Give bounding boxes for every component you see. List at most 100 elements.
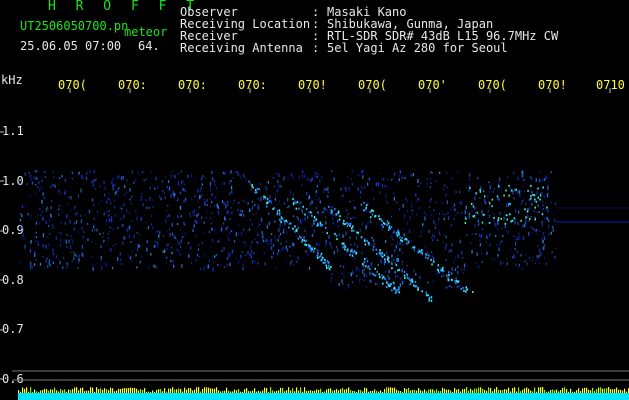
signal-dot: [257, 262, 259, 265]
signal-dot: [352, 216, 354, 219]
signal-dot: [229, 180, 231, 184]
signal-dot: [150, 223, 153, 226]
signal-dot: [543, 236, 546, 241]
signal-dot: [215, 232, 217, 234]
signal-dot: [257, 242, 260, 244]
trail-dot: [325, 264, 327, 267]
level-spike: [372, 390, 374, 393]
signal-dot: [20, 219, 22, 222]
signal-dot: [229, 218, 231, 220]
signal-dot: [109, 226, 111, 229]
signal-dot: [396, 172, 398, 174]
signal-dot: [164, 175, 167, 177]
signal-dot: [196, 254, 199, 257]
signal-dot: [416, 213, 418, 216]
trail-dot: [472, 205, 475, 208]
trail-dot: [473, 214, 476, 217]
signal-dot: [227, 257, 229, 260]
signal-dot: [179, 253, 181, 257]
signal-dot: [301, 174, 304, 178]
signal-dot: [199, 267, 201, 270]
signal-dot: [76, 212, 78, 215]
level-spike: [172, 387, 174, 393]
signal-dot: [164, 256, 166, 258]
signal-dot: [184, 232, 187, 236]
signal-dot: [536, 191, 538, 195]
signal-dot: [429, 200, 431, 203]
signal-dot: [535, 211, 537, 213]
signal-dot: [361, 221, 364, 225]
signal-dot: [222, 222, 225, 225]
level-spike: [320, 388, 322, 393]
signal-dot: [190, 246, 192, 250]
signal-dot: [210, 188, 212, 192]
level-spike: [286, 390, 288, 393]
trail-dot: [277, 210, 279, 213]
trail-dot: [410, 282, 412, 285]
signal-dot: [42, 233, 45, 238]
signal-dot: [474, 197, 476, 200]
signal-dot: [167, 204, 169, 207]
trail-dot: [304, 213, 306, 216]
signal-dot: [131, 170, 133, 174]
signal-dot: [211, 227, 213, 231]
trail-dot: [395, 291, 398, 293]
signal-dot: [388, 269, 390, 274]
signal-dot: [550, 171, 552, 174]
level-spike: [558, 391, 560, 393]
signal-dot: [133, 236, 135, 239]
signal-dot: [230, 212, 232, 214]
signal-dot: [21, 214, 23, 218]
trail-dot: [497, 219, 499, 222]
signal-dot: [51, 200, 53, 203]
signal-dot: [85, 176, 88, 181]
signal-dot: [443, 217, 445, 221]
signal-dot: [507, 202, 510, 207]
signal-dot: [306, 191, 308, 196]
signal-dot: [234, 171, 236, 173]
signal-dot: [332, 216, 334, 221]
signal-dot: [209, 205, 211, 208]
signal-dot: [367, 221, 369, 226]
signal-dot: [278, 184, 280, 188]
signal-dot: [518, 211, 520, 214]
trail-dot: [460, 288, 463, 290]
signal-dot: [492, 213, 494, 216]
signal-dot: [499, 177, 501, 181]
signal-dot: [268, 221, 270, 226]
trail-dot: [509, 213, 511, 216]
signal-dot: [344, 235, 346, 237]
signal-dot: [402, 228, 404, 230]
signal-dot: [243, 200, 246, 204]
signal-dot: [221, 249, 223, 253]
trail-dot: [334, 232, 336, 235]
signal-dot: [117, 257, 119, 261]
signal-dot: [466, 186, 468, 189]
level-spike: [316, 389, 318, 393]
signal-dot: [357, 275, 359, 277]
signal-dot: [554, 256, 556, 259]
signal-dot: [137, 172, 139, 174]
signal-dot: [552, 228, 554, 232]
signal-dot: [445, 286, 447, 289]
level-spike: [508, 387, 510, 393]
signal-dot: [113, 184, 116, 187]
trail-dot: [527, 189, 529, 192]
level-spike: [466, 387, 468, 393]
signal-dot: [146, 240, 148, 244]
signal-dot: [515, 263, 517, 267]
signal-dot: [297, 217, 299, 221]
signal-dot: [522, 236, 525, 241]
signal-dot: [435, 180, 437, 183]
trail-dot: [346, 222, 348, 225]
signal-dot: [23, 238, 25, 240]
signal-dot: [393, 191, 395, 195]
trail-dot: [324, 258, 326, 261]
level-spike: [384, 388, 386, 393]
level-spike: [516, 391, 518, 393]
signal-dot: [243, 228, 245, 231]
signal-dot: [202, 231, 205, 233]
trail-dot: [432, 260, 435, 263]
level-spike: [566, 389, 568, 393]
signal-dot: [240, 231, 243, 235]
